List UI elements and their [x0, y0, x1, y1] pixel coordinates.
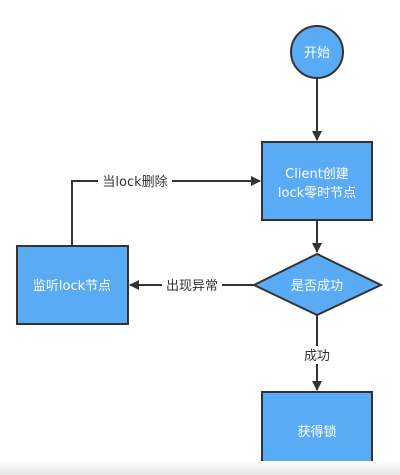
node-create-temp-node: Client创建 lock零时节点 — [261, 141, 373, 221]
node-watch-lock: 监听lock节点 — [16, 245, 129, 325]
flowchart: 当lock删除 出现异常 成功 开始 Client创建 lock零时节点 是否成… — [16, 25, 384, 471]
node-create-label-line2: lock零时节点 — [278, 186, 356, 201]
edge-label-on-success: 成功 — [304, 349, 330, 364]
node-acquire-label: 获得锁 — [297, 424, 336, 440]
edge-watch-to-create — [71, 176, 261, 245]
node-start-label: 开始 — [304, 46, 330, 61]
node-decision: 是否成功 — [251, 252, 384, 317]
node-watch-label: 监听lock节点 — [33, 279, 111, 294]
edge-label-on-error: 出现异常 — [166, 279, 218, 294]
node-start: 开始 — [290, 25, 344, 79]
node-acquire-lock: 获得锁 — [261, 391, 373, 471]
bottom-shadow — [0, 461, 400, 475]
node-decision-label: 是否成功 — [291, 279, 343, 294]
edge-label-on-delete: 当lock删除 — [102, 175, 167, 190]
node-create-label-line1: Client创建 — [285, 167, 349, 182]
